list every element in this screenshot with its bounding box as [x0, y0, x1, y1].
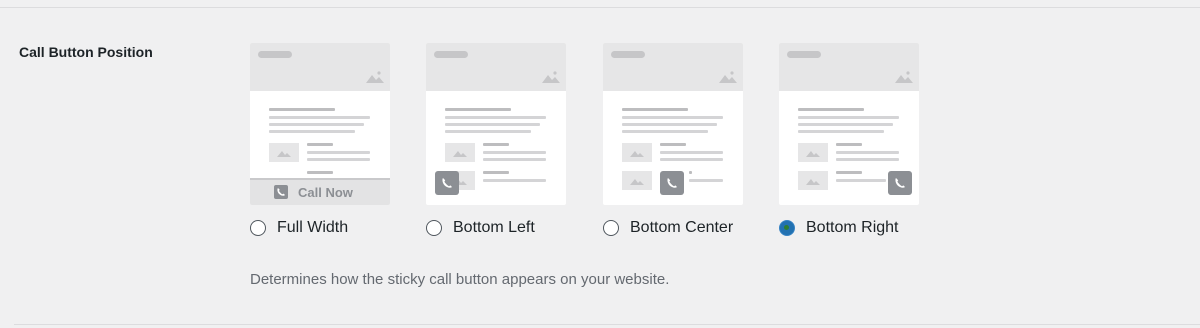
field-description: Determines how the sticky call button ap…	[250, 271, 670, 288]
image-placeholder-icon	[806, 151, 820, 157]
preview-item-line	[307, 158, 370, 161]
preview-item-line	[689, 179, 723, 182]
radio-bottom-center-row[interactable]: Bottom Center	[603, 219, 733, 237]
option-bottom-left[interactable]: Bottom Left	[426, 43, 576, 236]
preview-item-title	[307, 171, 333, 174]
preview-header	[250, 43, 390, 91]
radio-label-bottom-center: Bottom Center	[630, 219, 734, 236]
preview-header	[426, 43, 566, 91]
section-divider-bottom	[14, 324, 1200, 325]
preview-logo-pill	[787, 51, 821, 58]
preview-logo-pill	[611, 51, 645, 58]
radio-bottom-right[interactable]	[779, 220, 795, 236]
preview-item-line	[483, 158, 546, 161]
preview-item-line	[836, 179, 886, 182]
preview-bottom-right[interactable]	[779, 43, 919, 205]
radio-bottom-center[interactable]	[603, 220, 619, 236]
option-bottom-right[interactable]: Bottom Right	[779, 43, 929, 236]
preview-text-line	[269, 130, 355, 133]
preview-item-title	[689, 171, 692, 174]
field-label: Call Button Position	[19, 44, 153, 60]
preview-item-title	[307, 143, 333, 146]
image-placeholder-icon	[630, 179, 644, 185]
preview-text-line	[798, 116, 899, 119]
preview-text-line	[445, 123, 540, 126]
radio-bottom-left[interactable]	[426, 220, 442, 236]
preview-text-line	[798, 130, 884, 133]
section-divider-top	[0, 7, 1200, 8]
preview-logo-pill	[258, 51, 292, 58]
phone-icon	[888, 171, 912, 195]
radio-full-width-row[interactable]: Full Width	[250, 219, 348, 237]
preview-heading-line	[445, 108, 511, 111]
preview-thumbnail	[622, 171, 652, 190]
image-placeholder-icon	[630, 151, 644, 157]
image-placeholder-icon	[719, 71, 737, 83]
preview-text-line	[445, 116, 546, 119]
preview-header	[779, 43, 919, 91]
preview-thumbnail	[269, 143, 299, 162]
preview-text-line	[622, 116, 723, 119]
preview-item-title	[483, 143, 509, 146]
radio-label-full-width: Full Width	[277, 219, 349, 236]
radio-bottom-left-row[interactable]: Bottom Left	[426, 219, 535, 237]
preview-item-line	[483, 179, 546, 182]
image-placeholder-icon	[806, 179, 820, 185]
preview-heading-line	[622, 108, 688, 111]
preview-bottom-center[interactable]	[603, 43, 743, 205]
preview-header	[603, 43, 743, 91]
radio-bottom-right-row[interactable]: Bottom Right	[779, 219, 898, 237]
preview-text-line	[445, 130, 531, 133]
preview-text-line	[269, 116, 370, 119]
preview-item-line	[483, 151, 546, 154]
preview-item-line	[836, 158, 899, 161]
image-placeholder-icon	[277, 151, 291, 157]
preview-item-title	[660, 143, 686, 146]
preview-heading-line	[269, 108, 335, 111]
preview-thumbnail	[445, 143, 475, 162]
preview-item-title	[483, 171, 509, 174]
preview-text-line	[622, 130, 708, 133]
preview-thumbnail	[798, 171, 828, 190]
full-width-call-bar: Call Now	[250, 178, 390, 205]
preview-item-line	[307, 151, 370, 154]
preview-logo-pill	[434, 51, 468, 58]
preview-item-line	[836, 151, 899, 154]
preview-full-width[interactable]: Call Now	[250, 43, 390, 205]
preview-text-line	[269, 123, 364, 126]
option-bottom-center[interactable]: Bottom Center	[603, 43, 753, 236]
preview-item-line	[660, 158, 723, 161]
phone-icon	[274, 185, 288, 199]
image-placeholder-icon	[895, 71, 913, 83]
preview-heading-line	[798, 108, 864, 111]
preview-text-line	[798, 123, 893, 126]
preview-thumbnail	[622, 143, 652, 162]
phone-icon	[660, 171, 684, 195]
option-full-width[interactable]: Call Now Full Width	[250, 43, 400, 236]
radio-full-width[interactable]	[250, 220, 266, 236]
preview-text-line	[622, 123, 717, 126]
image-placeholder-icon	[366, 71, 384, 83]
preview-item-title	[836, 171, 862, 174]
radio-label-bottom-right: Bottom Right	[806, 219, 899, 236]
image-placeholder-icon	[542, 71, 560, 83]
radio-label-bottom-left: Bottom Left	[453, 219, 535, 236]
phone-icon	[435, 171, 459, 195]
preview-bottom-left[interactable]	[426, 43, 566, 205]
call-now-label: Call Now	[298, 185, 353, 200]
preview-thumbnail	[798, 143, 828, 162]
preview-item-line	[660, 151, 723, 154]
image-placeholder-icon	[453, 151, 467, 157]
preview-item-title	[836, 143, 862, 146]
